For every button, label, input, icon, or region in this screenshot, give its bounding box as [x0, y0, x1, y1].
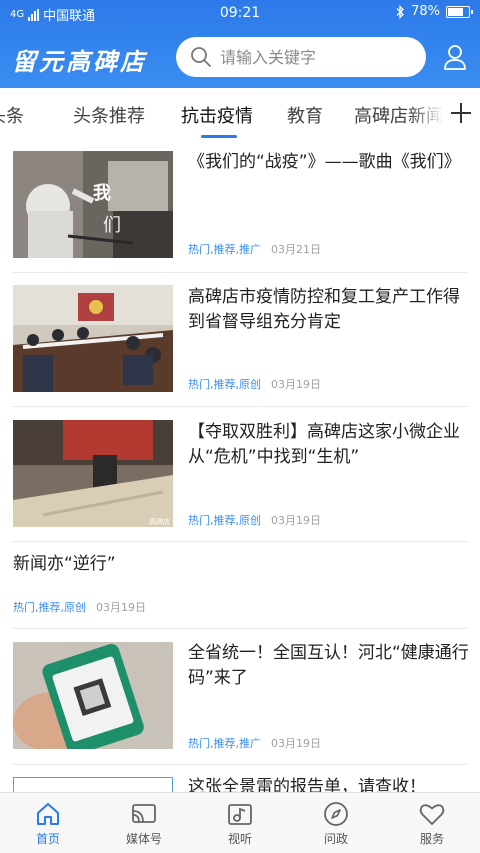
news-thumbnail: 我 们 [13, 151, 173, 258]
music-video-icon [228, 804, 252, 825]
news-date: 03月19日 [271, 514, 321, 527]
svg-text:我: 我 [93, 183, 111, 204]
news-tags: 热门,推荐,推广 [188, 243, 261, 256]
heart-icon [419, 804, 445, 825]
news-meta: 热门,推荐,原创 03月19日 [188, 376, 321, 392]
nav-media[interactable]: 媒体号 [96, 793, 192, 853]
news-title: 《我们的“战疫”》——歌曲《我们》 [188, 152, 461, 172]
news-tags: 热门,推荐,原创 [188, 378, 261, 391]
compass-icon [324, 802, 348, 826]
tab-headline-recommend[interactable]: 头条推荐 [73, 102, 145, 128]
svg-text:们: 们 [103, 215, 121, 236]
tab-anti-epidemic[interactable]: 抗击疫情 [181, 102, 253, 128]
news-date: 03月19日 [96, 601, 146, 614]
nav-label: 服务 [419, 832, 444, 846]
app-logo: 留元高碑店 [12, 47, 147, 76]
bluetooth-icon [396, 4, 405, 19]
list-item[interactable]: 高碑店 【夺取双胜利】高碑店这家小微企业从“危机”中找到“生机” 热门,推荐,原… [0, 407, 480, 542]
news-meta: 热门,推荐,推广 03月19日 [188, 735, 321, 751]
news-meta: 热门,推荐,原创 03月19日 [188, 512, 321, 528]
user-icon[interactable] [440, 42, 470, 72]
active-tab-indicator [201, 135, 237, 138]
news-thumbnail [13, 285, 173, 392]
list-item[interactable]: 全省统一！全国互认！河北“健康通行码”来了 热门,推荐,推广 03月19日 [0, 629, 480, 765]
nav-inquiry[interactable]: 问政 [288, 793, 384, 853]
bottom-nav: 首页 媒体号 视听 问政 服务 [0, 792, 480, 853]
search-input[interactable] [220, 37, 416, 77]
home-icon [37, 803, 59, 825]
channel-tabs: 头条 头条推荐 抗击疫情 教育 高碑店新闻 [0, 88, 480, 140]
search-box[interactable] [176, 37, 426, 77]
news-date: 03月19日 [271, 378, 321, 391]
news-meta: 热门,推荐,推广 03月21日 [188, 241, 321, 257]
add-channel-icon[interactable] [442, 88, 480, 140]
nav-label: 视听 [227, 832, 252, 846]
news-title: 全省统一！全国互认！河北“健康通行码”来了 [188, 643, 469, 688]
news-tags: 热门,推荐,原创 [13, 601, 86, 614]
list-item[interactable]: 我 们 《我们的“战疫”》——歌曲《我们》 热门,推荐,推广 03月21日 [0, 140, 480, 273]
tab-education[interactable]: 教育 [287, 102, 323, 128]
nav-label: 问政 [323, 832, 348, 846]
status-bar: 4G 中国联通 09:21 78% [0, 0, 480, 26]
news-thumbnail: 高碑店 [13, 420, 173, 527]
news-title: 这张全景雷的报告单，请查收！ [188, 777, 426, 792]
nav-service[interactable]: 服务 [384, 793, 480, 853]
news-date: 03月19日 [271, 737, 321, 750]
battery-icon [446, 5, 473, 18]
nav-home[interactable]: 首页 [0, 793, 96, 853]
list-item[interactable]: 这张全景雷的报告单，请查收！ [0, 765, 480, 792]
nav-label: 媒体号 [125, 832, 162, 846]
nav-label: 首页 [35, 832, 60, 846]
news-thumbnail [13, 777, 173, 792]
news-thumbnail [13, 642, 173, 749]
news-title: 高碑店市疫情防控和复工复产工作得到省督导组充分肯定 [188, 287, 460, 332]
news-tags: 热门,推荐,推广 [188, 737, 261, 750]
news-date: 03月21日 [271, 243, 321, 256]
cast-icon [132, 804, 156, 823]
news-meta: 热门,推荐,原创 03月19日 [13, 599, 146, 615]
tab-headlines[interactable]: 头条 [0, 102, 24, 128]
svg-text:高碑店: 高碑店 [149, 517, 170, 526]
list-item[interactable]: 高碑店市疫情防控和复工复产工作得到省督导组充分肯定 热门,推荐,原创 03月19… [0, 273, 480, 407]
nav-audio-video[interactable]: 视听 [192, 793, 288, 853]
app-bar: 留元高碑店 [0, 32, 480, 84]
battery-percent: 78% [411, 4, 440, 19]
list-item[interactable]: 新闻亦“逆行” 热门,推荐,原创 03月19日 [0, 542, 480, 629]
news-title: 新闻亦“逆行” [13, 554, 116, 574]
news-title: 【夺取双胜利】高碑店这家小微企业从“危机”中找到“生机” [188, 422, 460, 467]
app-header: 4G 中国联通 09:21 78% 留元高碑店 [0, 0, 480, 88]
news-list: 我 们 《我们的“战疫”》——歌曲《我们》 热门,推荐,推广 03月21日 高碑… [0, 140, 480, 792]
tab-fade [410, 88, 444, 140]
search-icon [191, 47, 211, 67]
news-tags: 热门,推荐,原创 [188, 514, 261, 527]
